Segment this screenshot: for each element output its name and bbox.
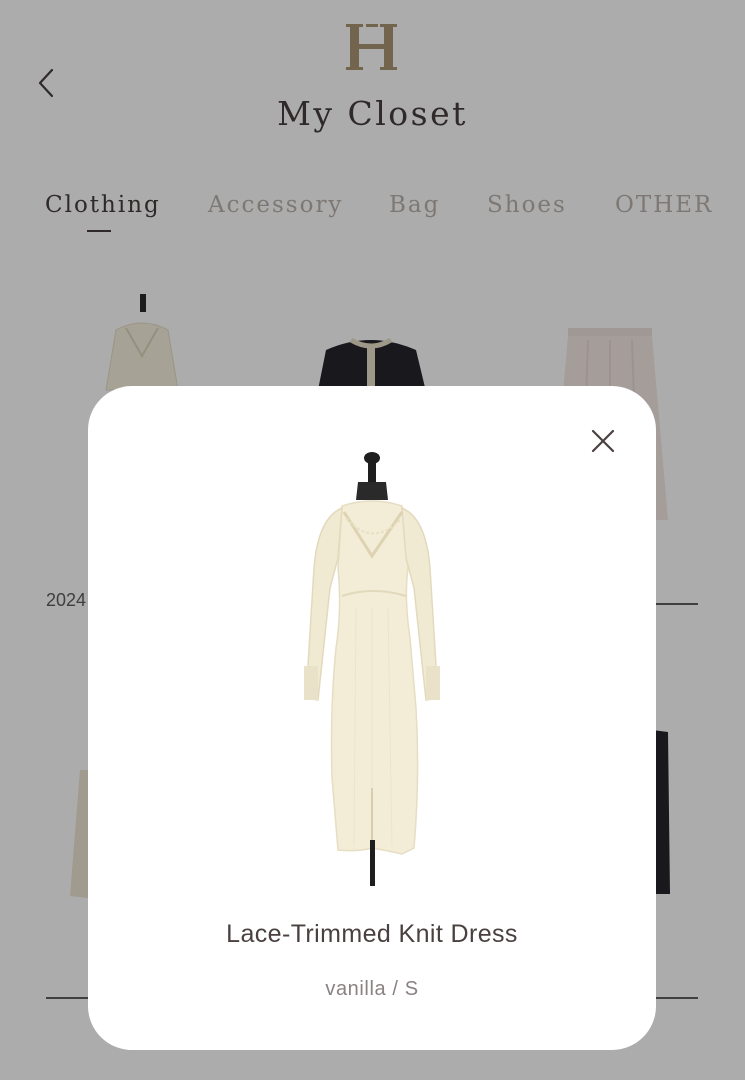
item-image — [304, 452, 440, 886]
close-icon[interactable] — [588, 426, 618, 456]
item-variant: vanilla / S — [325, 978, 419, 1000]
item-name: Lace-Trimmed Knit Dress — [226, 920, 518, 948]
item-detail-modal: Lace-Trimmed Knit Dress vanilla / S — [88, 386, 656, 1050]
